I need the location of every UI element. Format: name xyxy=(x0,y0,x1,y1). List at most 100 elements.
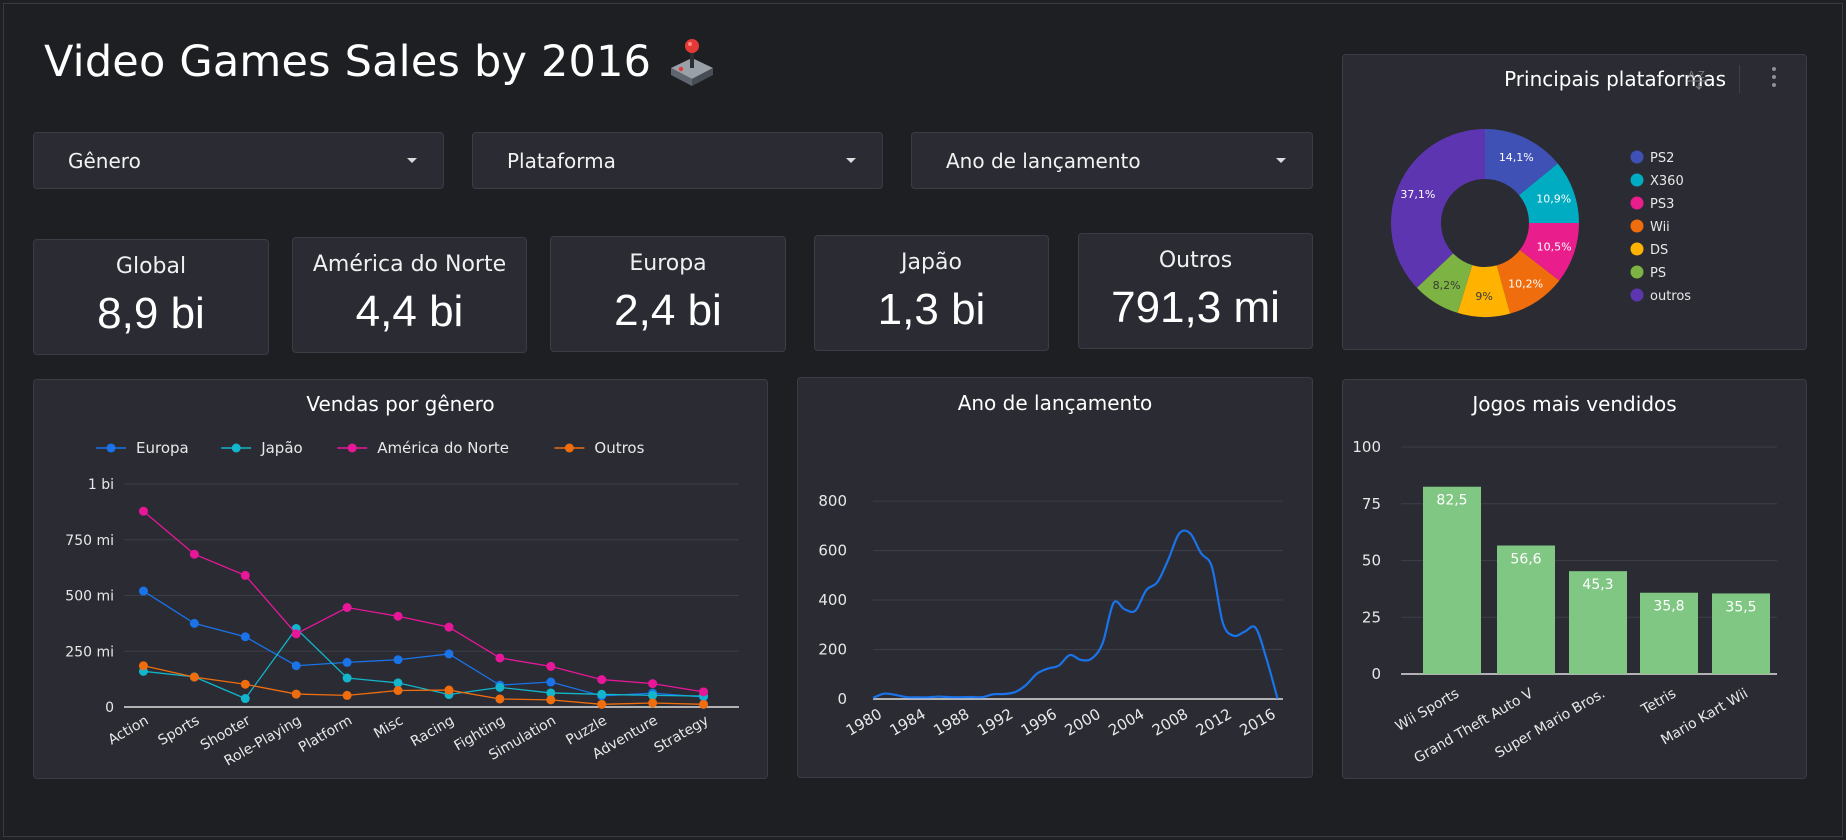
data-point xyxy=(444,685,454,695)
filter-genre-dropdown[interactable]: Gênero xyxy=(33,132,444,189)
x-tick-label: Wii Sports xyxy=(1393,686,1462,735)
genre-sales-panel: Vendas por gênero Europa Japão América do … xyxy=(33,379,768,779)
y-tick-label: 600 xyxy=(818,542,847,560)
y-tick-label: 0 xyxy=(105,700,114,716)
data-point xyxy=(240,570,250,580)
data-point xyxy=(393,685,403,695)
series-line-japão xyxy=(143,627,704,700)
data-point xyxy=(546,695,556,705)
x-tick-label: 1992 xyxy=(974,705,1016,740)
x-tick-label: Misc xyxy=(371,713,406,742)
legend-marker xyxy=(106,443,116,453)
data-point xyxy=(495,682,505,692)
pie-slice-label: 10,9% xyxy=(1536,192,1571,205)
legend-swatch xyxy=(1630,219,1644,233)
data-point xyxy=(189,549,199,559)
y-tick-label: 800 xyxy=(818,492,847,510)
y-tick-label: 200 xyxy=(818,641,847,659)
release-year-line xyxy=(872,529,1279,699)
pie-slice-outros xyxy=(1391,129,1485,288)
data-point xyxy=(342,673,352,683)
data-point xyxy=(597,689,607,699)
data-point xyxy=(291,689,301,699)
bar-value-label: 35,8 xyxy=(1653,599,1684,615)
y-tick-label: 500 mi xyxy=(65,589,114,605)
y-tick-label: 0 xyxy=(837,690,847,708)
x-tick-label: 2008 xyxy=(1149,705,1191,740)
filter-platform-label: Plataforma xyxy=(507,148,616,173)
kpi-label: Outros xyxy=(1158,248,1233,273)
x-tick-label: Sports xyxy=(155,713,202,749)
y-tick-label: 750 mi xyxy=(65,533,114,549)
x-tick-label: 1996 xyxy=(1018,705,1060,740)
legend-label: América do Norte xyxy=(377,439,509,457)
data-point xyxy=(240,679,250,689)
data-point xyxy=(393,655,403,665)
data-point xyxy=(597,675,607,685)
data-point xyxy=(138,586,148,596)
data-point xyxy=(648,698,658,708)
kpi-label: Japão xyxy=(901,250,962,275)
legend-swatch xyxy=(1630,173,1644,187)
kpi-value: 791,3 mi xyxy=(1111,283,1280,332)
x-tick-label: Action xyxy=(105,713,151,749)
data-point xyxy=(546,661,556,671)
pie-slice-label: 10,2% xyxy=(1508,278,1543,291)
x-tick-label: 2004 xyxy=(1105,705,1147,740)
bar xyxy=(1423,486,1481,674)
kpi-value: 1,3 bi xyxy=(877,285,986,334)
y-tick-label: 75 xyxy=(1362,495,1381,513)
kpi-value: 2,4 bi xyxy=(614,286,722,335)
data-point xyxy=(291,629,301,639)
data-point xyxy=(240,632,250,642)
release-year-chart: 02004006008001980 1984 1988 1992 1996 2000 200… xyxy=(818,492,1283,740)
pie-slice-label: 14,1% xyxy=(1499,151,1534,164)
kpi-japan: Japão 1,3 bi xyxy=(814,235,1049,351)
kpi-label: Global xyxy=(115,254,187,279)
x-tick-label: 2000 xyxy=(1062,705,1104,740)
data-point xyxy=(342,603,352,613)
kpi-value: 8,9 bi xyxy=(97,289,205,338)
kpi-others: Outros 791,3 mi xyxy=(1078,233,1313,349)
x-tick-label: 2012 xyxy=(1193,705,1235,740)
data-point xyxy=(138,661,148,671)
data-point xyxy=(342,657,352,667)
legend-label: Wii xyxy=(1650,220,1670,235)
kpi-global: Global 8,9 bi xyxy=(33,239,269,355)
data-point xyxy=(495,653,505,663)
legend-swatch xyxy=(1630,265,1644,279)
bar-value-label: 82,5 xyxy=(1436,493,1467,509)
data-point xyxy=(546,677,556,687)
data-point xyxy=(495,694,505,704)
release-year-panel: Ano de lançamento 0 200 400 600 800 1980 1984 1… xyxy=(797,377,1313,778)
series-line-outros xyxy=(143,665,704,705)
legend-marker xyxy=(564,443,574,453)
data-point xyxy=(189,672,199,682)
page-title: Video Games Sales by 2016 xyxy=(44,36,717,88)
data-point xyxy=(699,687,709,697)
y-tick-label: 400 xyxy=(818,591,847,609)
legend-label: outros xyxy=(1650,289,1691,304)
kpi-north-america: América do Norte 4,4 bi xyxy=(292,237,527,353)
data-point xyxy=(393,611,403,621)
data-point xyxy=(138,506,148,516)
bar-value-label: 35,5 xyxy=(1725,599,1756,615)
x-tick-label: Platform xyxy=(296,713,355,756)
filter-platform-dropdown[interactable]: Plataforma xyxy=(472,132,883,189)
series-line-américa-do-norte xyxy=(143,510,704,693)
legend-label: PS xyxy=(1650,266,1666,281)
x-tick-label: Grand Theft Auto V xyxy=(1411,685,1536,766)
data-point xyxy=(699,699,709,709)
legend-label: X360 xyxy=(1650,174,1684,189)
filter-year-dropdown[interactable]: Ano de lançamento xyxy=(911,132,1313,189)
data-point xyxy=(240,694,250,704)
top-games-panel: Jogos mais vendidos 0 25 50 75 100 82,5 Wii Sp… xyxy=(1342,379,1807,779)
x-tick-label: Racing xyxy=(408,713,457,751)
legend-label: PS2 xyxy=(1650,151,1674,166)
y-tick-label: 1 bi xyxy=(88,477,114,493)
pie-slice-label: 10,5% xyxy=(1537,241,1572,254)
legend-label: Outros xyxy=(594,439,644,457)
legend-label: PS3 xyxy=(1650,197,1674,212)
x-tick-label: 2016 xyxy=(1237,705,1279,740)
filter-year-label: Ano de lançamento xyxy=(946,148,1141,173)
